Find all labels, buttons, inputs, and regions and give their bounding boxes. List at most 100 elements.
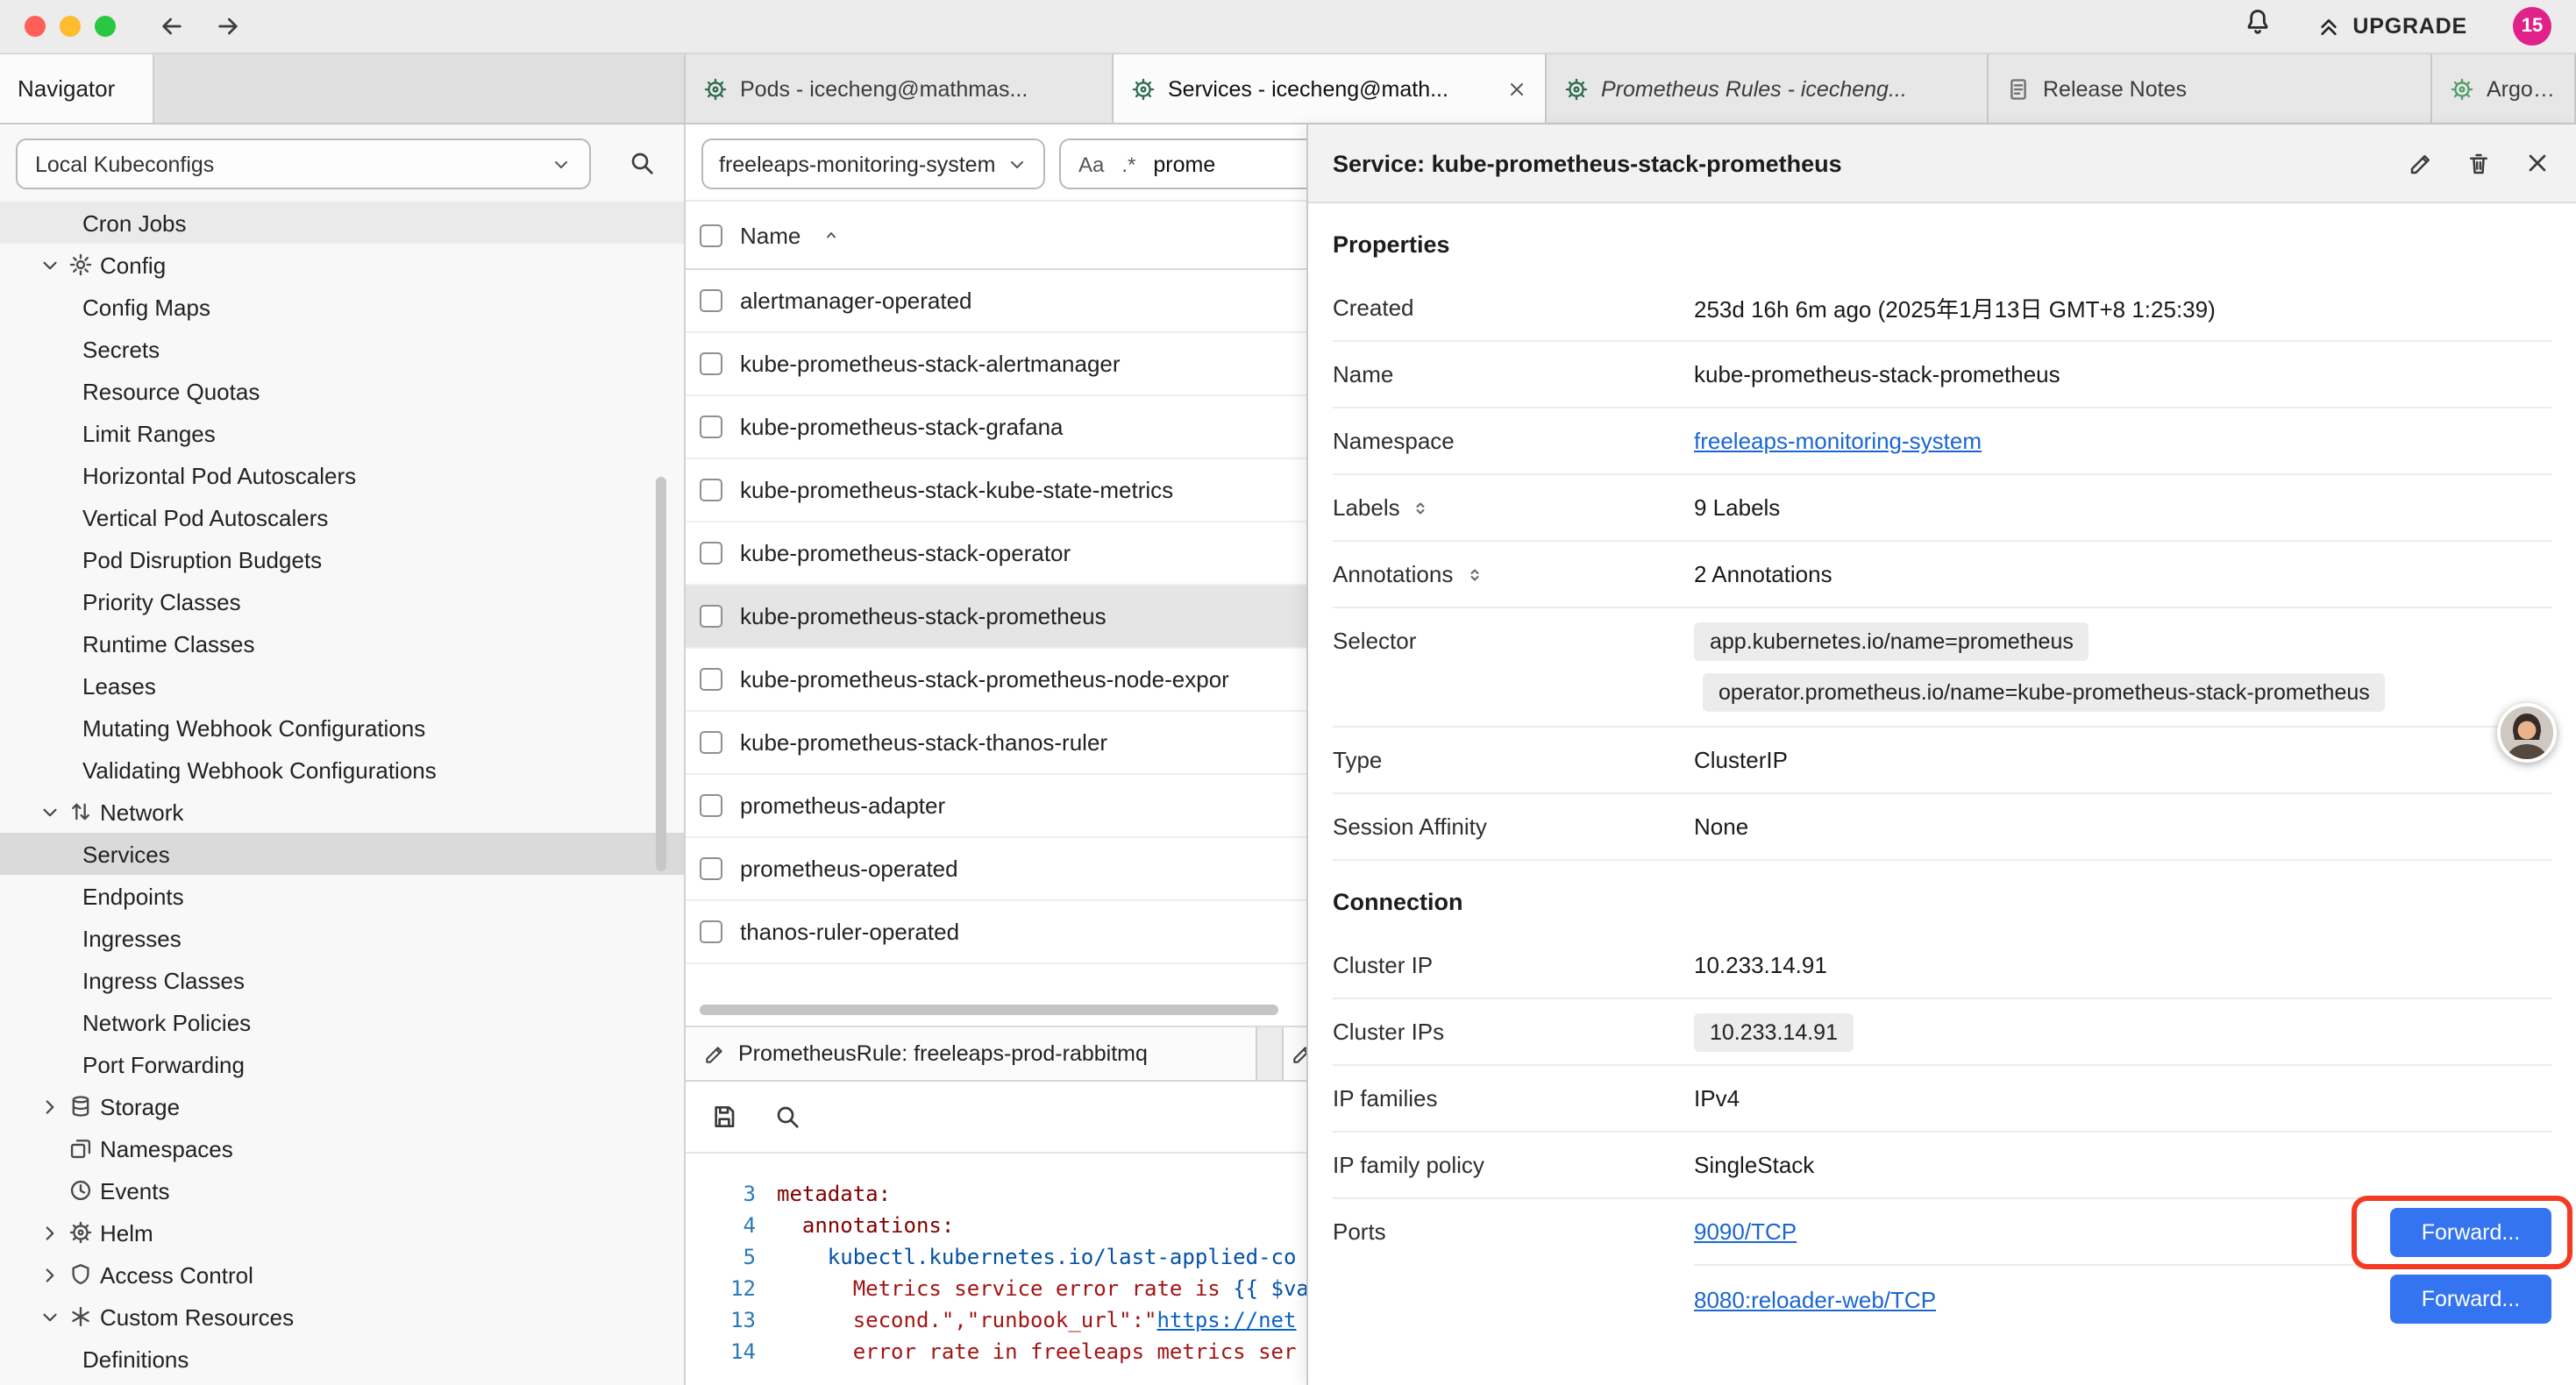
sidebar-item[interactable]: Access Control [0,1254,684,1296]
sidebar-item[interactable]: Pod Disruption Budgets [0,538,684,580]
tree-chevron-icon[interactable] [39,1221,61,1244]
sidebar-item[interactable]: Endpoints [0,875,684,917]
tree-chevron-icon[interactable] [39,1263,61,1286]
forward-button[interactable] [214,12,242,40]
navigator-panel-tab[interactable]: Navigator [0,54,154,123]
sidebar-item[interactable]: Horizontal Pod Autoscalers [0,454,684,496]
row-checkbox[interactable] [700,289,722,312]
sidebar-item[interactable]: Helm [0,1211,684,1254]
sidebar-item[interactable]: Config Maps [0,286,684,328]
table-row[interactable]: kube-prometheus-stack-operator [686,522,1306,586]
close-window-button[interactable] [25,16,46,37]
row-checkbox[interactable] [700,920,722,943]
delete-icon[interactable] [2466,150,2492,176]
row-checkbox[interactable] [700,668,722,691]
select-all-checkbox[interactable] [700,224,722,246]
minimize-window-button[interactable] [60,16,81,37]
sidebar-item[interactable]: Vertical Pod Autoscalers [0,496,684,538]
row-checkbox[interactable] [700,479,722,501]
kubeconfig-select[interactable]: Local Kubeconfigs [16,138,591,189]
sidebar-item[interactable]: Network [0,791,684,833]
yaml-editor[interactable]: 3 metadata: 4 annotations: 5 kubectl.kub… [686,1154,1306,1385]
sidebar-item[interactable]: Limit Ranges [0,412,684,454]
sidebar-item[interactable]: Namespaces [0,1127,684,1169]
name-column-header[interactable]: Name [740,222,801,248]
app-tab[interactable]: Release Notes [1989,54,2432,123]
sidebar-item[interactable]: Validating Webhook Configurations [0,749,684,791]
row-checkbox[interactable] [700,416,722,438]
table-row[interactable]: kube-prometheus-stack-kube-state-metrics [686,459,1306,522]
sidebar-item[interactable]: Storage [0,1085,684,1127]
table-row[interactable]: alertmanager-operated [686,270,1306,333]
namespace-filter-select[interactable]: freeleaps-monitoring-system [701,138,1045,189]
sidebar-item[interactable]: Port Forwarding [0,1043,684,1085]
sidebar-search-icon[interactable] [628,149,656,177]
table-row[interactable]: prometheus-operated [686,838,1306,901]
edit-icon[interactable] [2408,150,2434,176]
regex-toggle[interactable]: .* [1121,152,1135,176]
row-checkbox[interactable] [700,731,722,754]
expand-collapse-icon[interactable] [1411,497,1432,518]
close-icon[interactable] [2523,149,2551,177]
sidebar-item[interactable]: Services [0,833,684,875]
row-checkbox[interactable] [700,794,722,817]
table-row[interactable]: kube-prometheus-stack-alertmanager [686,333,1306,396]
sidebar-item[interactable]: Network Policies [0,1001,684,1043]
row-checkbox[interactable] [700,605,722,628]
app-tab[interactable]: Services - icecheng@math... [1114,54,1547,123]
zoom-window-button[interactable] [95,16,116,37]
editor-tab-partial[interactable] [1282,1027,1306,1080]
sidebar-item[interactable]: Ingresses [0,917,684,959]
back-button[interactable] [158,12,186,40]
table-row[interactable]: thanos-ruler-operated [686,901,1306,964]
port-link-9090[interactable]: 9090/TCP [1694,1218,1797,1245]
tab-close-icon[interactable] [1506,78,1527,99]
editor-tab[interactable]: PrometheusRule: freeleaps-prod-rabbitmq [686,1027,1257,1080]
app-tab[interactable]: Prometheus Rules - icecheng... [1547,54,1989,123]
expand-collapse-icon[interactable] [1463,564,1484,585]
port-link-8080[interactable]: 8080:reloader-web/TCP [1694,1286,1936,1312]
tree-chevron-icon[interactable] [39,1095,61,1118]
notifications-bell-icon[interactable] [2242,7,2272,37]
table-row[interactable]: kube-prometheus-stack-thanos-ruler [686,712,1306,775]
sidebar-scrollbar[interactable] [656,477,666,871]
namespace-link[interactable]: freeleaps-monitoring-system [1694,428,1982,454]
tree-chevron-icon[interactable] [39,253,61,276]
notification-count-badge[interactable]: 15 [2513,7,2551,46]
sidebar-item[interactable]: Cron Jobs [0,202,684,244]
table-row[interactable]: kube-prometheus-stack-prometheus-node-ex… [686,649,1306,712]
editor-search-icon[interactable] [773,1103,801,1131]
forward-button-2[interactable]: Forward... [2390,1275,2551,1324]
row-checkbox[interactable] [700,857,722,880]
app-tab[interactable]: Argo Se [2432,54,2576,123]
row-checkbox[interactable] [700,352,722,375]
avatar[interactable] [2497,703,2557,763]
table-search-box[interactable]: Aa .* prome [1059,138,1306,189]
match-case-toggle[interactable]: Aa [1078,152,1104,176]
table-row[interactable]: prometheus-adapter [686,775,1306,838]
forward-button-1[interactable]: Forward... [2390,1207,2551,1256]
table-search-input[interactable]: prome [1153,152,1215,176]
sidebar-item[interactable]: Custom Resources [0,1296,684,1338]
sidebar-item[interactable]: Events [0,1169,684,1211]
save-icon[interactable] [710,1103,738,1131]
sidebar-item[interactable]: Priority Classes [0,580,684,622]
sidebar-item[interactable]: Leases [0,664,684,707]
sidebar-item[interactable]: Runtime Classes [0,622,684,664]
table-horizontal-scrollbar[interactable] [700,1005,1278,1015]
app-tab[interactable]: Pods - icecheng@mathmas... [686,54,1114,123]
sidebar-item[interactable]: Ingress Classes [0,959,684,1001]
tree-chevron-icon[interactable] [39,1305,61,1328]
upgrade-button[interactable]: UPGRADE [2314,12,2467,40]
sidebar-item[interactable]: Definitions [0,1338,684,1380]
row-checkbox[interactable] [700,542,722,565]
tree-chevron-icon[interactable] [39,800,61,823]
sort-ascending-icon[interactable] [820,224,841,245]
sidebar-item[interactable]: Config [0,244,684,286]
sidebar-item[interactable]: Secrets [0,328,684,370]
table-row[interactable]: kube-prometheus-stack-prometheus [686,586,1306,649]
sidebar-item[interactable]: Resource Quotas [0,370,684,412]
table-row[interactable]: kube-prometheus-stack-grafana [686,396,1306,459]
sidebar-item[interactable]: Mutating Webhook Configurations [0,707,684,749]
property-value: kube-prometheus-stack-prometheus [1694,361,2551,387]
